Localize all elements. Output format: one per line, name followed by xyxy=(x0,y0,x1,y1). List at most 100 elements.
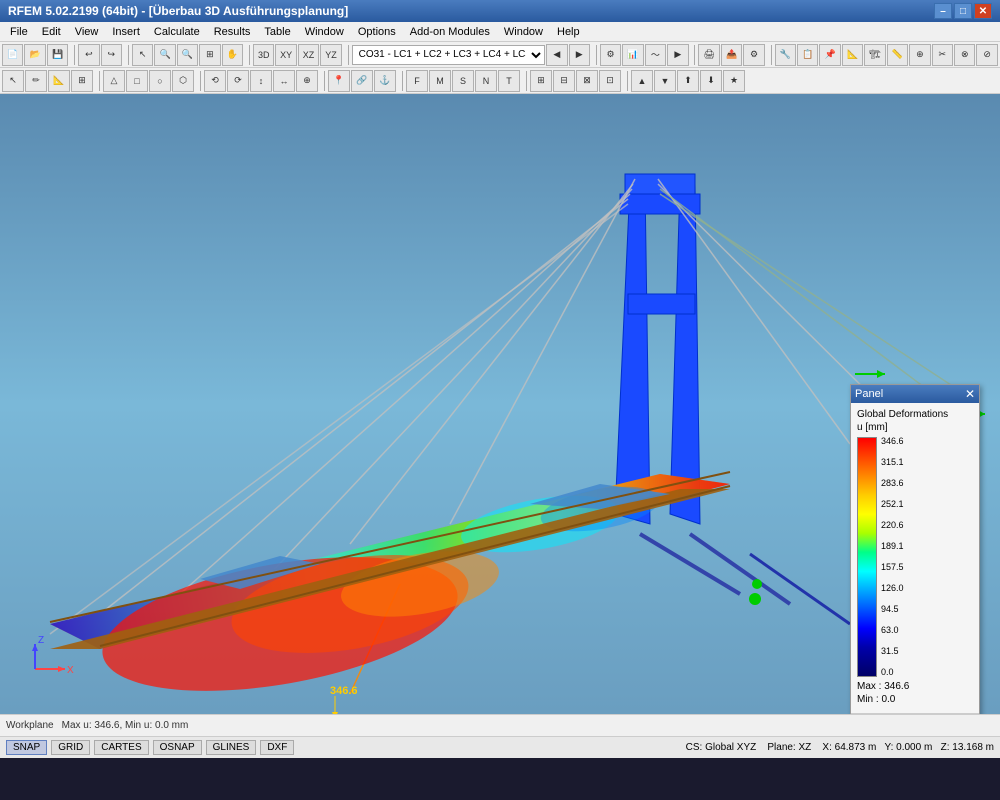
tb-extra-8[interactable]: ✂ xyxy=(932,44,953,66)
tb2-30[interactable]: ★ xyxy=(723,70,745,92)
scale-val-1: 315.1 xyxy=(881,458,904,467)
menu-options[interactable]: Options xyxy=(352,24,402,40)
tb-extra-2[interactable]: 📋 xyxy=(797,44,818,66)
tb2-11[interactable]: ↕ xyxy=(250,70,272,92)
menu-edit[interactable]: Edit xyxy=(36,24,67,40)
main-viewport[interactable]: Global Deformations u [mm] CO31 : LC1 + … xyxy=(0,94,1000,714)
panel-close-button[interactable]: ✕ xyxy=(965,387,975,401)
tb-view-xy[interactable]: XY xyxy=(275,44,296,66)
panel-section-title: Global Deformations xyxy=(857,409,973,420)
tb2-10[interactable]: ⟳ xyxy=(227,70,249,92)
tb-select[interactable]: ↖ xyxy=(132,44,153,66)
tb2-25[interactable]: ⊡ xyxy=(599,70,621,92)
menu-help[interactable]: Help xyxy=(551,24,586,40)
tb2-7[interactable]: ○ xyxy=(149,70,171,92)
tb-settings[interactable]: ⚙ xyxy=(743,44,764,66)
tb-zoom-all[interactable]: ⊞ xyxy=(199,44,220,66)
tb2-21[interactable]: T xyxy=(498,70,520,92)
tb-extra-9[interactable]: ⊗ xyxy=(954,44,975,66)
tb-extra-5[interactable]: 🏗 xyxy=(864,44,885,66)
scale-val-2: 283.6 xyxy=(881,479,904,488)
tb2-6[interactable]: □ xyxy=(126,70,148,92)
snap-button[interactable]: SNAP xyxy=(6,740,47,755)
tb2-5[interactable]: △ xyxy=(103,70,125,92)
sep-5 xyxy=(593,45,597,65)
tb2-1[interactable]: ↖ xyxy=(2,70,24,92)
panel-unit: u [mm] xyxy=(857,422,973,433)
maximize-button[interactable]: □ xyxy=(954,3,972,19)
load-case-combo[interactable]: CO31 - LC1 + LC2 + LC3 + LC4 + LC5 xyxy=(352,45,545,65)
tb-deformation[interactable]: 〜 xyxy=(645,44,666,66)
minimize-button[interactable]: – xyxy=(934,3,952,19)
tb-extra-10[interactable]: ⊘ xyxy=(976,44,997,66)
grid-button[interactable]: GRID xyxy=(51,740,90,755)
tb2-24[interactable]: ⊠ xyxy=(576,70,598,92)
tb-redo[interactable]: ↪ xyxy=(101,44,122,66)
tb-new[interactable]: 📄 xyxy=(2,44,23,66)
tb-pan[interactable]: ✋ xyxy=(222,44,243,66)
tb-extra-7[interactable]: ⊕ xyxy=(909,44,930,66)
tb-open[interactable]: 📂 xyxy=(24,44,45,66)
sep-3 xyxy=(246,45,250,65)
menu-table[interactable]: Table xyxy=(258,24,296,40)
sep2-1 xyxy=(96,71,100,91)
tb-zoom-in[interactable]: 🔍 xyxy=(154,44,175,66)
tb-extra-4[interactable]: 📐 xyxy=(842,44,863,66)
tb2-17[interactable]: F xyxy=(406,70,428,92)
tb2-18[interactable]: M xyxy=(429,70,451,92)
tb-animate[interactable]: ▶ xyxy=(667,44,688,66)
sep2-4 xyxy=(399,71,403,91)
close-button[interactable]: ✕ xyxy=(974,3,992,19)
menu-calculate[interactable]: Calculate xyxy=(148,24,206,40)
tb-next-case[interactable]: ▶ xyxy=(569,44,590,66)
tb2-22[interactable]: ⊞ xyxy=(530,70,552,92)
tb-undo[interactable]: ↩ xyxy=(78,44,99,66)
tb2-29[interactable]: ⬇ xyxy=(700,70,722,92)
tb2-19[interactable]: S xyxy=(452,70,474,92)
tb2-13[interactable]: ⊕ xyxy=(296,70,318,92)
menu-view[interactable]: View xyxy=(69,24,105,40)
osnap-button[interactable]: OSNAP xyxy=(153,740,202,755)
tb2-8[interactable]: ⬡ xyxy=(172,70,194,92)
tb-view-xz[interactable]: XZ xyxy=(298,44,319,66)
tb-view-yz[interactable]: YZ xyxy=(320,44,341,66)
tb2-2[interactable]: ✏ xyxy=(25,70,47,92)
tb2-9[interactable]: ⟲ xyxy=(204,70,226,92)
tb2-4[interactable]: ⊞ xyxy=(71,70,93,92)
tb2-16[interactable]: ⚓ xyxy=(374,70,396,92)
cartes-button[interactable]: CARTES xyxy=(94,740,148,755)
tb-export[interactable]: 📤 xyxy=(721,44,742,66)
tb2-28[interactable]: ⬆ xyxy=(677,70,699,92)
tb2-12[interactable]: ↔ xyxy=(273,70,295,92)
tb-print[interactable]: 🖨 xyxy=(698,44,719,66)
tb-extra-1[interactable]: 🔧 xyxy=(775,44,796,66)
tb2-20[interactable]: N xyxy=(475,70,497,92)
tb-results[interactable]: 📊 xyxy=(622,44,643,66)
glines-button[interactable]: GLINES xyxy=(206,740,257,755)
tb-save[interactable]: 💾 xyxy=(47,44,68,66)
tb2-26[interactable]: ▲ xyxy=(631,70,653,92)
menu-window2[interactable]: Window xyxy=(498,24,549,40)
panel-bottom-icons: ⊞ 🖼 📊 xyxy=(851,713,979,714)
tb-prev-case[interactable]: ◀ xyxy=(546,44,567,66)
menu-results[interactable]: Results xyxy=(208,24,257,40)
scale-val-10: 31.5 xyxy=(881,647,904,656)
menu-addon[interactable]: Add-on Modules xyxy=(404,24,496,40)
tb-extra-6[interactable]: 📏 xyxy=(887,44,908,66)
tb-calc[interactable]: ⚙ xyxy=(600,44,621,66)
tb2-27[interactable]: ▼ xyxy=(654,70,676,92)
dxf-button[interactable]: DXF xyxy=(260,740,294,755)
tb-zoom-out[interactable]: 🔍 xyxy=(177,44,198,66)
tb2-14[interactable]: 📍 xyxy=(328,70,350,92)
menu-insert[interactable]: Insert xyxy=(106,24,146,40)
tb-extra-3[interactable]: 📌 xyxy=(819,44,840,66)
menu-window[interactable]: Window xyxy=(299,24,350,40)
tb2-3[interactable]: 📐 xyxy=(48,70,70,92)
cs-info: CS: Global XYZ Plane: XZ X: 64.873 m Y: … xyxy=(686,742,994,753)
panel-title-bar: Panel ✕ xyxy=(851,385,979,403)
tb2-15[interactable]: 🔗 xyxy=(351,70,373,92)
tb2-23[interactable]: ⊟ xyxy=(553,70,575,92)
menu-file[interactable]: File xyxy=(4,24,34,40)
sep-2 xyxy=(125,45,129,65)
tb-view-3d[interactable]: 3D xyxy=(253,44,274,66)
